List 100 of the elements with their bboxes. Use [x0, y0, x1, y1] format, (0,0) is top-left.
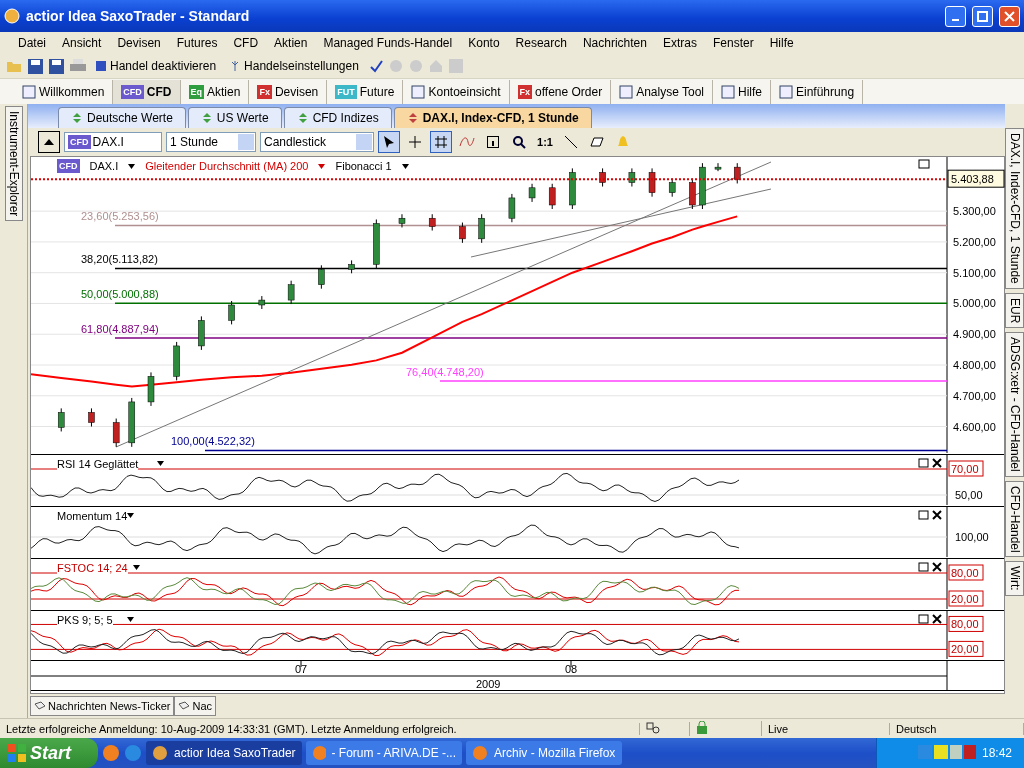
- indicator-title[interactable]: RSI 14 Geglättet: [57, 458, 139, 470]
- candlestick: [348, 259, 355, 274]
- quick-tab[interactable]: Willkommen: [14, 79, 114, 104]
- close-button[interactable]: [999, 5, 1020, 27]
- maximize-icon[interactable]: [918, 614, 929, 624]
- browser-icon[interactable]: [102, 744, 120, 762]
- side-tab[interactable]: CFD-Handel: [1005, 480, 1024, 558]
- close-icon[interactable]: [932, 562, 942, 572]
- quick-tab[interactable]: Eq Aktien: [180, 79, 250, 104]
- maximize-button[interactable]: [972, 5, 993, 27]
- caret-icon[interactable]: [157, 461, 164, 466]
- candlestick: [459, 222, 466, 244]
- up-down-arrow-icon: [71, 113, 83, 123]
- taskbar-button[interactable]: - Forum - ARIVA.DE -...: [306, 741, 462, 765]
- menu-item[interactable]: Konto: [460, 36, 508, 50]
- network-icon: [646, 721, 660, 734]
- quick-tab[interactable]: CFD CFD: [113, 79, 181, 104]
- quick-tab[interactable]: Analyse Tool: [611, 79, 713, 104]
- pointer-icon[interactable]: [378, 131, 400, 153]
- checkmark-icon[interactable]: [368, 59, 383, 73]
- chart-type-select[interactable]: Candlestick: [260, 132, 374, 152]
- document-tab[interactable]: CFD Indizes: [283, 107, 392, 128]
- antenna-icon: [230, 61, 241, 71]
- candlestick: [689, 178, 696, 210]
- side-tab[interactable]: Instrument-Explorer: [4, 106, 23, 222]
- menu-item[interactable]: Ansicht: [54, 36, 110, 50]
- save-icon[interactable]: [28, 58, 43, 74]
- menu-item[interactable]: Research: [507, 36, 575, 50]
- scale-button[interactable]: 1:1: [534, 131, 556, 153]
- maximize-icon[interactable]: [918, 562, 929, 572]
- menu-item[interactable]: CFD: [225, 36, 267, 50]
- side-tab[interactable]: DAX.I, Index-CFD, 1 Stunde: [1005, 128, 1024, 289]
- maximize-icon[interactable]: [918, 159, 930, 169]
- side-tab[interactable]: Wirt:: [1005, 561, 1024, 597]
- start-button[interactable]: Start: [0, 738, 98, 768]
- axis-label: 5.300,00: [953, 205, 996, 218]
- candlestick: [318, 264, 325, 290]
- fibonacci-level: 38,20(5.113,82): [81, 253, 948, 270]
- quick-tab[interactable]: Fx offene Order: [509, 79, 612, 104]
- document-tab[interactable]: US Werte: [187, 107, 282, 128]
- grid-icon[interactable]: [430, 131, 452, 153]
- caret-icon[interactable]: [133, 565, 140, 570]
- menu-item[interactable]: Managed Funds-Handel: [315, 36, 461, 50]
- caret-icon[interactable]: [401, 163, 409, 169]
- maximize-icon[interactable]: [918, 458, 929, 468]
- minimize-button[interactable]: [945, 5, 966, 27]
- quick-tab[interactable]: FUT Future: [327, 79, 404, 104]
- badge: CFD: [57, 159, 80, 173]
- windows-logo-icon: [8, 744, 26, 762]
- document-tab[interactable]: DAX.I, Index-CFD, 1 Stunde: [393, 107, 592, 128]
- indicator-title[interactable]: Momentum 14: [57, 510, 128, 522]
- caret-icon[interactable]: [128, 163, 136, 169]
- tray-icon: [917, 745, 978, 761]
- quick-tab[interactable]: Hilfe: [713, 79, 771, 104]
- caret-icon[interactable]: [127, 513, 134, 518]
- candlestick: [548, 183, 556, 210]
- quick-tab[interactable]: Fx Devisen: [249, 79, 328, 104]
- candlestick: [668, 178, 676, 198]
- maximize-icon[interactable]: [918, 510, 929, 520]
- news-tab[interactable]: Nac: [174, 696, 217, 716]
- menu-item[interactable]: Fenster: [704, 36, 762, 50]
- collapse-button[interactable]: [38, 131, 60, 153]
- menu-item[interactable]: Extras: [654, 36, 705, 50]
- axis-label: 4.800,00: [953, 359, 996, 371]
- interval-select[interactable]: 1 Stunde: [166, 132, 256, 152]
- triangle-icon: [44, 139, 54, 145]
- news-tab[interactable]: Nachrichten News-Ticker: [30, 696, 175, 716]
- document-tab[interactable]: Deutsche Werte: [58, 107, 186, 128]
- close-icon[interactable]: [932, 614, 942, 624]
- close-icon[interactable]: [932, 458, 942, 468]
- moving-average-legend[interactable]: Gleitender Durchschnitt (MA) 200: [145, 160, 309, 172]
- quick-tab[interactable]: Einführung: [771, 79, 864, 104]
- instrument-field[interactable]: CFD DAX.I: [64, 132, 162, 152]
- instrument-legend[interactable]: DAX.I: [89, 160, 119, 172]
- axis-label: 5.000,00: [953, 297, 996, 310]
- caret-icon[interactable]: [127, 617, 134, 622]
- window-icon: [411, 84, 426, 99]
- close-icon[interactable]: [932, 510, 942, 520]
- menu-item[interactable]: Hilfe: [761, 36, 802, 50]
- level-label: 80,00: [948, 564, 984, 581]
- language-status: Deutsch: [890, 722, 1024, 735]
- taskbar-button[interactable]: Archiv - Mozilla Firefox: [466, 741, 622, 765]
- menu-item[interactable]: Datei: [10, 36, 54, 50]
- fibonacci-legend[interactable]: Fibonacci 1: [335, 160, 392, 172]
- taskbar-button[interactable]: actior Idea SaxoTrader: [146, 741, 302, 765]
- toolbar-button[interactable]: Handelseinstellungen: [226, 59, 363, 73]
- quick-tab[interactable]: Kontoeinsicht: [403, 79, 510, 104]
- menu-item[interactable]: Aktien: [266, 36, 316, 50]
- menu-item[interactable]: Futures: [168, 36, 226, 50]
- side-tab[interactable]: ADSG:xetr - CFD-Handel: [1005, 332, 1024, 477]
- axis-label: 50,00: [955, 489, 983, 501]
- fibonacci-level: 100,00(4.522,32): [171, 435, 948, 452]
- candlestick: [128, 397, 135, 448]
- menu-item[interactable]: Nachrichten: [574, 36, 655, 50]
- side-tab[interactable]: EUR: [1005, 292, 1024, 329]
- menu-item[interactable]: Devisen: [109, 36, 169, 50]
- indicator-title[interactable]: PKS 9; 5; 5: [57, 614, 113, 626]
- save-icon[interactable]: [49, 58, 64, 74]
- toolbar-button[interactable]: Handel deaktivieren: [92, 59, 221, 73]
- indicator-title[interactable]: FSTOC 14; 24: [57, 562, 128, 574]
